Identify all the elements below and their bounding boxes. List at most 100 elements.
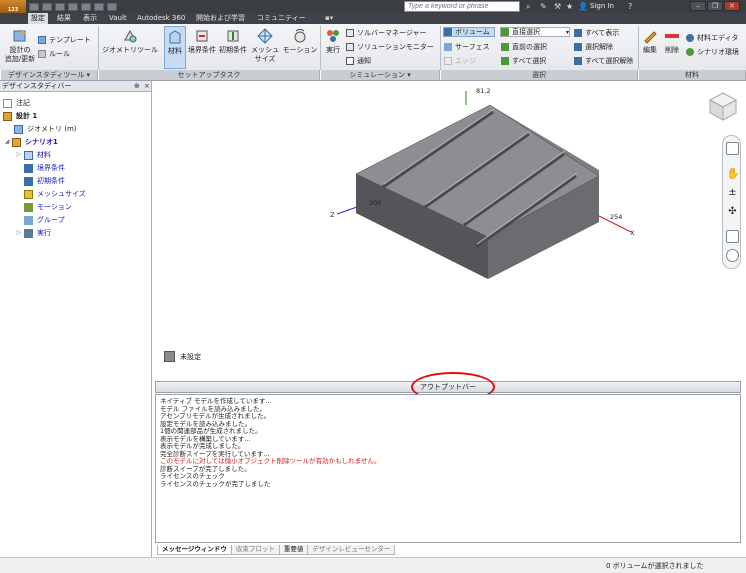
tab-getting-started[interactable]: 開始および学習 <box>193 13 248 24</box>
undo-icon[interactable] <box>68 2 78 11</box>
binoculars-icon[interactable]: ⌕ <box>526 0 530 13</box>
tab-setup[interactable]: 設定 <box>28 13 48 24</box>
orbit-icon[interactable]: ✣ <box>726 205 739 218</box>
tree-item-initial-conditions[interactable]: 初期条件 <box>24 175 65 187</box>
application-menu-button[interactable]: 123 <box>0 0 26 13</box>
favorites-icon[interactable]: ★ <box>566 0 573 13</box>
edit-material-button[interactable]: 編集 <box>640 28 660 55</box>
template-button[interactable]: テンプレート <box>38 35 91 45</box>
tree-item-notes[interactable]: 注記 <box>3 97 30 109</box>
view-cube[interactable] <box>706 89 740 123</box>
rule-button[interactable]: ルール <box>38 49 70 59</box>
tab-message-window[interactable]: メッセージウィンドウ <box>157 545 232 555</box>
show-motion-icon[interactable] <box>726 249 739 262</box>
notes-icon <box>3 98 12 108</box>
close-window-button[interactable]: ✕ <box>724 1 740 11</box>
scenario-environment-button[interactable]: シナリオ環境 <box>686 47 739 57</box>
user-icon[interactable]: 👤 <box>578 0 588 13</box>
volume-label: ボリューム <box>455 27 490 36</box>
tree-item-scenario[interactable]: ◢ シナリオ1 <box>4 136 58 148</box>
deselect-all-button[interactable]: すべて選択解除 <box>574 56 633 66</box>
tree-item-boundary-conditions[interactable]: 境界条件 <box>24 162 65 174</box>
tab-vault[interactable]: Vault <box>106 13 130 24</box>
model-view[interactable]: 81.2 200 254 X Z <box>153 81 746 380</box>
tab-view[interactable]: 表示 <box>80 13 100 24</box>
collapse-icon[interactable]: ◢ <box>4 136 10 148</box>
select-all-button[interactable]: すべて選択 <box>501 56 546 66</box>
tree-item-geometry[interactable]: ジオメトリ (m) <box>14 123 77 135</box>
motion-button[interactable]: モーション <box>282 28 318 55</box>
navigation-bar: ✋ ± ✣ <box>722 135 741 269</box>
open-file-icon[interactable] <box>42 2 52 11</box>
tab-community[interactable]: コミュニティー <box>254 13 309 24</box>
tree-item-label: 初期条件 <box>37 177 65 185</box>
zoom-icon[interactable]: ± <box>726 186 739 199</box>
quick-access-dropdown-icon[interactable] <box>107 2 117 11</box>
add-update-design-button[interactable]: 設計の 追加/更新 <box>4 28 36 64</box>
help-button[interactable]: ? <box>628 0 632 13</box>
solution-monitor-button[interactable]: ソリューションモニター <box>346 42 434 52</box>
initial-condition-button[interactable]: 初期条件 <box>218 28 248 55</box>
mesh-size-button[interactable]: メッシュ サイズ <box>250 28 280 64</box>
boundary-condition-button[interactable]: 境界条件 <box>187 28 217 55</box>
initial-condition-icon <box>227 30 239 42</box>
motion-label: モーション <box>282 46 318 54</box>
panel-title-design-tools[interactable]: デザインスタディツール ▾ <box>0 70 98 80</box>
communication-icon[interactable]: ✎ <box>540 0 547 13</box>
design-study-bar-title: デザインスタディバー <box>2 82 72 90</box>
material-button[interactable]: 材料 <box>164 26 186 69</box>
surface-select-button[interactable]: サーフェス <box>444 42 490 52</box>
tree-item-run[interactable]: ▷ 実行 <box>16 227 51 239</box>
material-editor-button[interactable]: 材料エディタ <box>686 33 739 43</box>
z-axis-line <box>336 206 358 215</box>
redo-icon[interactable] <box>81 2 91 11</box>
close-panel-button[interactable]: × <box>144 81 150 92</box>
tab-autodesk360[interactable]: Autodesk 360 <box>134 13 188 24</box>
tree-item-mesh-size[interactable]: メッシュサイズ <box>24 188 86 200</box>
x-dimension-value: 254 <box>610 213 622 221</box>
volume-select-button[interactable]: ボリューム <box>443 27 495 37</box>
previous-select-button[interactable]: 直前の選択 <box>501 42 547 52</box>
show-all-button[interactable]: すべて表示 <box>574 28 619 38</box>
subscription-icon[interactable]: ⚒ <box>554 0 561 13</box>
solver-manager-button[interactable]: ソルバーマネージャー <box>346 28 427 38</box>
delete-material-button[interactable]: 削除 <box>662 28 682 55</box>
pin-icon[interactable]: ⊕ <box>134 81 140 92</box>
deselect-button[interactable]: 選択解除 <box>574 42 613 52</box>
tab-design-review-center[interactable]: デザインレビューセンター <box>307 545 396 555</box>
tree-item-motion[interactable]: モーション <box>24 201 72 213</box>
direct-select-dropdown[interactable]: 直接選択 ▾ <box>500 27 570 37</box>
initial-condition-icon <box>24 176 33 186</box>
material-editor-label: 材料エディタ <box>697 33 739 42</box>
notify-button[interactable]: 通知 <box>346 56 371 66</box>
tab-results[interactable]: 結果 <box>54 13 74 24</box>
save-icon[interactable] <box>55 2 65 11</box>
tab-convergence-plot[interactable]: 収束プロット <box>230 545 280 555</box>
surface-label: サーフェス <box>455 42 490 51</box>
pan-icon[interactable]: ✋ <box>726 167 740 180</box>
panel-title-simulation[interactable]: シミュレーション ▾ <box>320 70 440 80</box>
new-file-icon[interactable] <box>29 2 39 11</box>
expand-icon[interactable]: ▷ <box>16 149 22 161</box>
tab-overflow-icon[interactable]: ▪▾ <box>322 13 336 24</box>
look-at-icon[interactable] <box>726 230 739 243</box>
tree-item-design[interactable]: 設計 1 <box>3 110 37 122</box>
output-message-window[interactable]: ネイティブ モデルを作成しています... モデル ファイルを読み込みました。 アセン… <box>155 394 741 543</box>
direct-select-icon <box>501 28 509 36</box>
steering-wheel-icon[interactable] <box>726 142 739 155</box>
help-search-input[interactable] <box>404 1 520 12</box>
tree-item-groups[interactable]: グループ <box>24 214 65 226</box>
expand-icon[interactable]: ▷ <box>16 227 22 239</box>
print-icon[interactable] <box>94 2 104 11</box>
graphics-window[interactable]: 81.2 200 254 X Z <box>153 81 746 380</box>
minimize-button[interactable]: – <box>690 1 706 11</box>
sign-in-link[interactable]: Sign In <box>590 0 614 13</box>
design-study-bar: デザインスタディバー ⊕ × 注記 設計 1 ジオメトリ (m) ◢ シナリオ1… <box>0 81 152 573</box>
tree-item-material[interactable]: ▷ 材料 <box>16 149 51 161</box>
edge-select-button[interactable]: エッジ <box>444 56 476 66</box>
tab-critical-values[interactable]: 重要値 <box>278 545 309 555</box>
tree-item-label: ジオメトリ (m) <box>27 125 77 133</box>
run-button[interactable]: 実行 <box>322 28 344 55</box>
geometry-tool-button[interactable]: ジオメトリツール <box>100 28 160 55</box>
restore-button[interactable]: ❐ <box>707 1 723 11</box>
